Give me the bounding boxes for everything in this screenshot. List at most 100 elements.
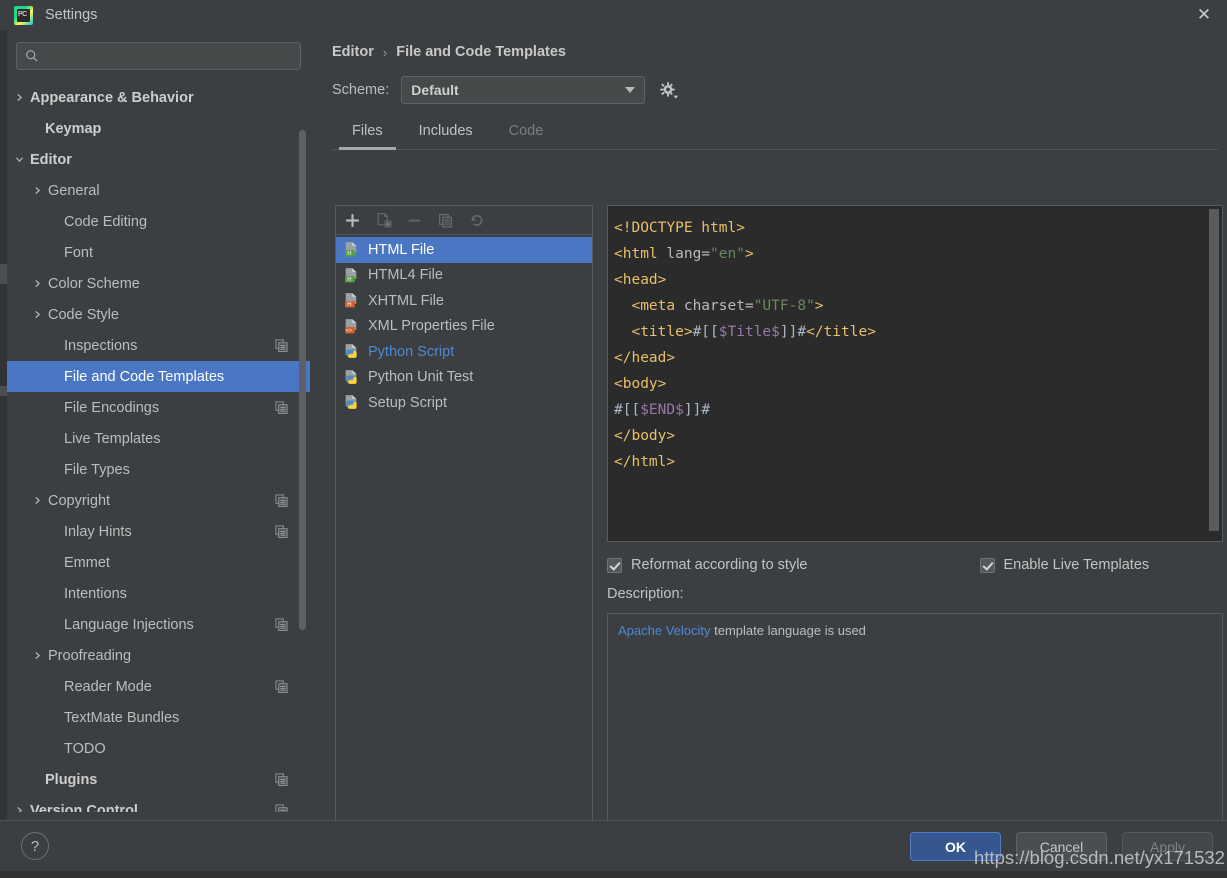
sidebar-item-language-injections[interactable]: Language Injections <box>7 609 310 640</box>
sidebar-item-label: Plugins <box>45 771 98 788</box>
sidebar-item-label: Reader Mode <box>64 678 152 695</box>
chevron-down-icon[interactable] <box>13 153 26 166</box>
sidebar-item-file-and-code-templates[interactable]: File and Code Templates <box>7 361 310 392</box>
sidebar-item-label: Live Templates <box>64 430 161 447</box>
live-templates-checkbox[interactable] <box>979 557 995 573</box>
live-templates-checkbox-item[interactable]: Enable Live Templates <box>979 557 1150 573</box>
duplicate-icon[interactable] <box>275 525 288 539</box>
duplicate-icon[interactable] <box>275 773 288 787</box>
sidebar-item-inspections[interactable]: Inspections <box>7 330 310 361</box>
python-file-icon <box>345 395 357 410</box>
sidebar-item-label: Editor <box>30 151 72 168</box>
sidebar-item-label: Keymap <box>45 120 102 137</box>
sidebar-item-label: File Encodings <box>64 399 160 416</box>
code-line: </body> <box>614 423 1222 449</box>
reformat-checkbox[interactable] <box>607 557 622 573</box>
template-list-item[interactable]: H HTML File <box>336 237 592 263</box>
bottom-bar <box>0 871 1227 878</box>
template-list-item[interactable]: Setup Script <box>336 390 592 416</box>
reset-icon[interactable] <box>468 212 485 229</box>
sidebar-item-reader-mode[interactable]: Reader Mode <box>7 671 310 702</box>
sidebar-item-live-templates[interactable]: Live Templates <box>7 423 310 454</box>
breadcrumb-parent[interactable]: Editor <box>332 44 374 60</box>
sidebar-item-intentions[interactable]: Intentions <box>7 578 310 609</box>
sidebar-item-color-scheme[interactable]: Color Scheme <box>7 268 310 299</box>
code-token: </title> <box>806 324 876 340</box>
duplicate-icon[interactable] <box>275 494 288 508</box>
sidebar-item-editor[interactable]: Editor <box>7 144 310 175</box>
copy-template-icon[interactable] <box>375 212 392 229</box>
template-list-item[interactable]: Python Script <box>336 339 592 365</box>
template-code[interactable]: <!DOCTYPE html> <html lang="en"> <head> <m… <box>608 206 1222 475</box>
template-editor[interactable]: <!DOCTYPE html> <html lang="en"> <head> <m… <box>607 205 1223 542</box>
duplicate-icon[interactable] <box>275 618 288 632</box>
sidebar-item-label: TextMate Bundles <box>64 709 180 726</box>
sidebar-item-todo[interactable]: TODO <box>7 733 310 764</box>
sidebar-item-general[interactable]: General <box>7 175 310 206</box>
duplicate-icon[interactable] <box>275 339 288 353</box>
close-icon[interactable]: ✕ <box>1181 0 1227 30</box>
sidebar-item-emmet[interactable]: Emmet <box>7 547 310 578</box>
chevron-right-icon[interactable] <box>13 91 26 104</box>
code-token: </head> <box>614 350 676 366</box>
sidebar-item-textmate-bundles[interactable]: TextMate Bundles <box>7 702 310 733</box>
gear-icon[interactable] <box>657 79 679 101</box>
sidebar-scrollbar-thumb[interactable] <box>299 130 306 630</box>
tab-includes[interactable]: Includes <box>401 118 491 150</box>
reformat-checkbox-item[interactable]: Reformat according to style <box>607 557 808 573</box>
description-pane[interactable]: Apache Velocity template language is use… <box>607 613 1223 833</box>
sidebar-item-version-control[interactable]: Version Control <box>7 795 310 812</box>
tab-files[interactable]: Files <box>334 118 401 150</box>
sidebar-item-code-style[interactable]: Code Style <box>7 299 310 330</box>
duplicate-icon[interactable] <box>437 212 454 229</box>
editor-scrollbar-thumb[interactable] <box>1209 209 1219 531</box>
template-list-item[interactable]: H HTML4 File <box>336 263 592 289</box>
chevron-right-icon[interactable] <box>13 804 26 812</box>
code-line: <head> <box>614 267 1222 293</box>
chevron-right-icon[interactable] <box>31 308 44 321</box>
chevron-down-icon <box>625 87 636 93</box>
chevron-right-icon[interactable] <box>31 184 44 197</box>
sidebar-item-file-encodings[interactable]: File Encodings <box>7 392 310 423</box>
search-icon <box>26 50 38 62</box>
help-icon[interactable]: ? <box>21 832 49 860</box>
code-token: <!DOCTYPE html> <box>614 220 745 236</box>
search-box[interactable] <box>16 42 301 70</box>
chevron-right-icon[interactable] <box>31 494 44 507</box>
apache-velocity-link[interactable]: Apache Velocity <box>618 623 711 638</box>
sidebar-item-copyright[interactable]: Copyright <box>7 485 310 516</box>
tab-code: Code <box>508 123 544 139</box>
dialog-footer: ? OK Cancel Apply <box>0 820 1227 878</box>
code-token: #[[ <box>692 324 719 340</box>
sidebar-item-file-types[interactable]: File Types <box>7 454 310 485</box>
sidebar-item-font[interactable]: Font <box>7 237 310 268</box>
ok-button[interactable]: OK <box>910 832 1001 861</box>
template-list-item-label: HTML4 File <box>368 267 443 284</box>
remove-icon[interactable] <box>406 212 423 229</box>
cancel-button[interactable]: Cancel <box>1016 832 1107 861</box>
sidebar-item-proofreading[interactable]: Proofreading <box>7 640 310 671</box>
sidebar-item-appearance-behavior[interactable]: Appearance & Behavior <box>7 82 310 113</box>
scheme-select[interactable]: Default <box>401 76 646 104</box>
add-icon[interactable] <box>344 212 361 229</box>
code-line: <html lang="en"> <box>614 241 1222 267</box>
sidebar-item-label: Code Editing <box>64 213 148 230</box>
sidebar-item-keymap[interactable]: Keymap <box>7 113 310 144</box>
sidebar-item-plugins[interactable]: Plugins <box>7 764 310 795</box>
settings-sidebar: Appearance & Behavior Keymap Editor General… <box>7 30 310 820</box>
duplicate-icon[interactable] <box>275 804 288 812</box>
code-line: <!DOCTYPE html> <box>614 215 1222 241</box>
duplicate-icon[interactable] <box>275 401 288 415</box>
duplicate-icon[interactable] <box>275 680 288 694</box>
chevron-right-icon[interactable] <box>31 649 44 662</box>
template-list-item[interactable]: H XHTML File <box>336 288 592 314</box>
search-input[interactable] <box>39 48 292 64</box>
chevron-right-icon[interactable] <box>31 277 44 290</box>
code-token: $Title$ <box>718 324 780 340</box>
html-file-icon: H <box>345 267 357 283</box>
sidebar-item-inlay-hints[interactable]: Inlay Hints <box>7 516 310 547</box>
sidebar-item-code-editing[interactable]: Code Editing <box>7 206 310 237</box>
template-list-item[interactable]: <> XML Properties File <box>336 314 592 340</box>
template-list-item[interactable]: Python Unit Test <box>336 365 592 391</box>
live-templates-label: Enable Live Templates <box>1003 557 1150 573</box>
